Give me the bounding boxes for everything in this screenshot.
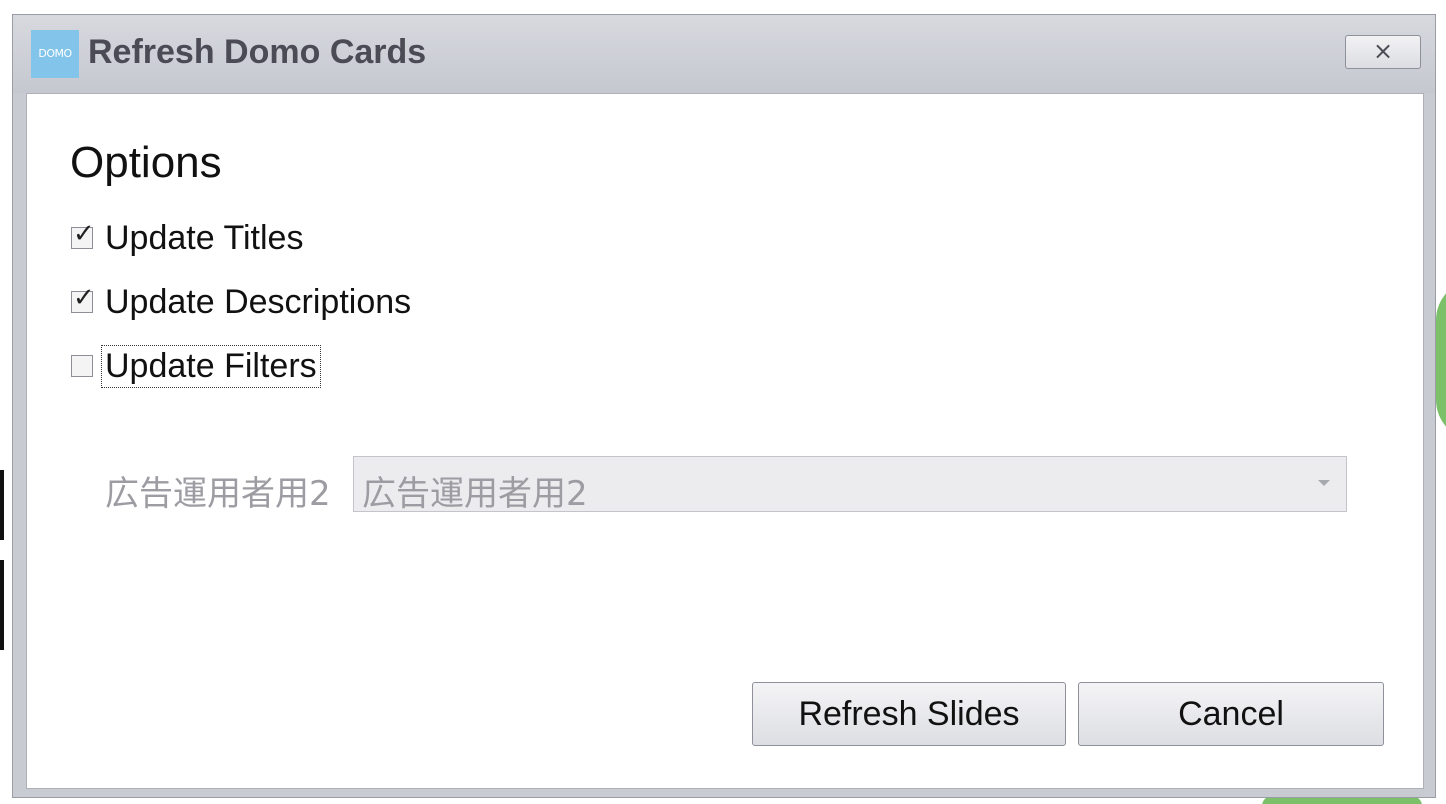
refresh-dialog: DOMO Refresh Domo Cards × Options ✓ Upda… [12, 14, 1436, 798]
check-icon: ✓ [73, 219, 95, 249]
window-title: Refresh Domo Cards [88, 33, 427, 71]
update-filters-label[interactable]: Update Filters [101, 344, 321, 388]
update-descriptions-option[interactable]: ✓ Update Descriptions [71, 282, 413, 322]
dialog-content: Options ✓ Update Titles ✓ Update Descrip… [26, 93, 1424, 789]
options-heading: Options [70, 138, 222, 187]
close-button[interactable]: × [1345, 35, 1421, 69]
domo-logo: DOMO [31, 30, 79, 78]
update-descriptions-checkbox[interactable]: ✓ [71, 283, 95, 313]
check-icon: ✓ [73, 283, 95, 313]
cancel-button[interactable]: Cancel [1078, 682, 1384, 746]
update-filters-option[interactable]: Update Filters [71, 344, 321, 388]
update-titles-checkbox[interactable]: ✓ [71, 219, 95, 249]
refresh-slides-button[interactable]: Refresh Slides [752, 682, 1066, 746]
update-titles-label[interactable]: Update Titles [103, 219, 305, 258]
background-shape [1436, 280, 1446, 440]
close-icon: × [1372, 37, 1394, 65]
title-bar[interactable]: DOMO Refresh Domo Cards × [13, 15, 1435, 93]
update-descriptions-label[interactable]: Update Descriptions [103, 283, 413, 322]
filter-select-value: 広告運用者用2 [362, 474, 588, 514]
update-titles-option[interactable]: ✓ Update Titles [71, 218, 305, 258]
filter-label: 広告運用者用2 [105, 474, 331, 514]
filter-select[interactable]: 広告運用者用2 [353, 456, 1347, 514]
update-filters-checkbox[interactable] [71, 355, 93, 377]
chevron-down-icon[interactable] [1318, 480, 1330, 486]
